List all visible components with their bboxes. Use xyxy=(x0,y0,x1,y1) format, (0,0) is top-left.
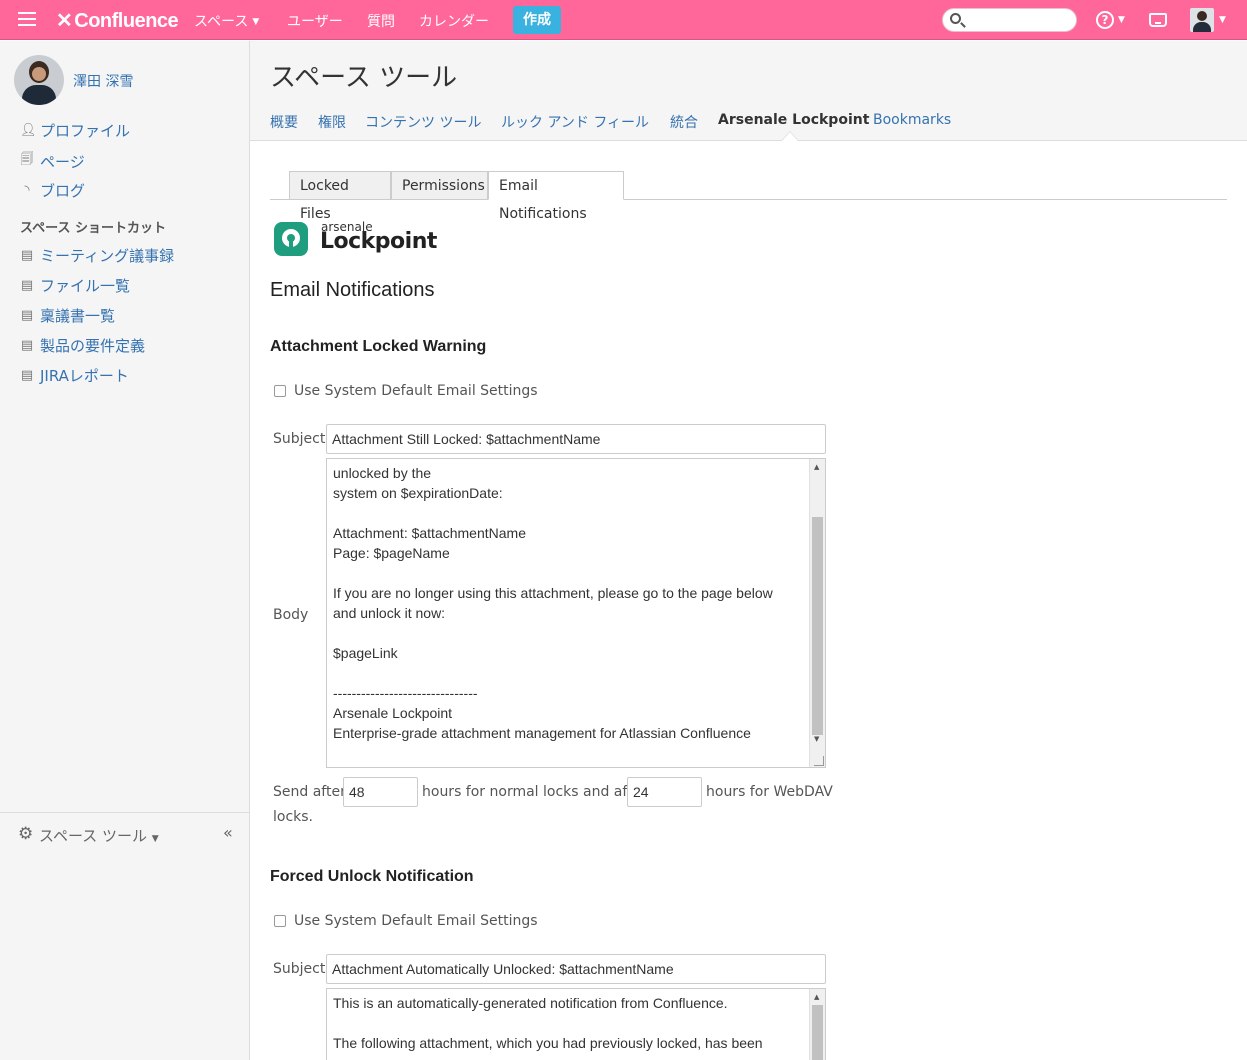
sidebar-item-pages[interactable]: 🗐︎ ページ xyxy=(20,150,85,172)
sidebar-shortcut-file-list[interactable]: ▤ ファイル一覧 xyxy=(20,275,130,296)
webdav-text: hours for WebDAV xyxy=(706,784,833,800)
page-title: スペース ツール xyxy=(270,63,458,93)
sidebar-section-title: スペース ショートカット xyxy=(20,221,166,236)
tab-look-and-feel[interactable]: ルック アンド フィール xyxy=(501,112,649,132)
tab-content-tools[interactable]: コンテンツ ツール xyxy=(365,112,481,132)
nav-users-link[interactable]: ユーザー xyxy=(287,11,343,31)
scrollbar-2[interactable]: ▲ xyxy=(809,989,825,1060)
sidebar-item-profile[interactable]: 👤︎ プロファイル xyxy=(20,120,130,141)
search-icon xyxy=(950,13,961,24)
normal-locks-text: hours for normal locks and after xyxy=(422,784,647,800)
active-tab-indicator-fill xyxy=(782,132,798,141)
notifications-icon[interactable] xyxy=(1149,13,1167,27)
sidebar-shortcut-approval-list[interactable]: ▤ 稟議書一覧 xyxy=(20,305,115,326)
confluence-logo[interactable]: ✕ Confluence xyxy=(56,8,179,33)
webdav-hours-input[interactable]: 24 xyxy=(627,777,702,807)
normal-lock-hours-input[interactable]: 48 xyxy=(343,777,418,807)
use-default-email-checkbox-row[interactable]: Use System Default Email Settings xyxy=(274,383,538,399)
chevron-down-icon[interactable]: ▼ xyxy=(1219,15,1226,25)
body-textarea-2[interactable]: This is an automatically-generated notif… xyxy=(326,988,826,1060)
tab-overview[interactable]: 概要 xyxy=(270,112,298,132)
page-header: スペース ツール 概要 権限 コンテンツ ツール ルック アンド フィール 統合… xyxy=(250,41,1247,141)
scrollbar[interactable]: ▲ ▼ xyxy=(809,459,825,767)
checkbox-label: Use System Default Email Settings xyxy=(294,383,538,399)
sidebar-shortcut-product-requirements[interactable]: ▤ 製品の要件定義 xyxy=(20,335,145,356)
tab-integrations[interactable]: 統合 xyxy=(670,112,698,132)
user-avatar[interactable] xyxy=(1190,8,1214,32)
top-navigation-bar: ✕ Confluence スペース ▼ ユーザー 質問 カレンダー 作成 ? ▼ ▼ xyxy=(0,0,1247,40)
use-default-email-checkbox[interactable] xyxy=(274,385,286,397)
files-icon: ▤ xyxy=(20,278,34,293)
nav-questions-link[interactable]: 質問 xyxy=(367,11,395,31)
use-default-email-checkbox-2[interactable] xyxy=(274,915,286,927)
subtab-locked-files[interactable]: Locked Files xyxy=(289,171,391,222)
space-tools-menu[interactable]: スペース ツール ▼ xyxy=(39,825,159,846)
menu-icon[interactable] xyxy=(18,12,36,26)
subtab-permissions[interactable]: Permissions xyxy=(391,171,488,200)
sidebar: 澤田 深雪 👤︎ プロファイル 🗐︎ ページ ◝ ブログ スペース ショートカット ▤… xyxy=(0,41,250,1060)
body-text-2: This is an automatically-generated notif… xyxy=(333,995,763,1051)
tab-permissions[interactable]: 権限 xyxy=(318,112,346,132)
sidebar-footer: ⚙ スペース ツール ▼ « xyxy=(0,812,249,854)
person-icon: 👤︎ xyxy=(20,123,37,138)
subject-label: Subject xyxy=(273,431,326,447)
email-notifications-heading: Email Notifications xyxy=(270,279,435,301)
doc-icon: ▤ xyxy=(20,338,34,353)
subject-input-2[interactable]: Attachment Automatically Unlocked: $atta… xyxy=(326,954,826,984)
resize-handle[interactable] xyxy=(814,756,824,766)
body-label: Body xyxy=(273,607,309,623)
section-title-forced-unlock: Forced Unlock Notification xyxy=(270,868,474,885)
use-default-email-checkbox-row-2[interactable]: Use System Default Email Settings xyxy=(274,913,538,929)
collapse-sidebar-icon[interactable]: « xyxy=(223,823,233,842)
help-icon[interactable]: ? xyxy=(1096,11,1114,29)
nav-calendar-link[interactable]: カレンダー xyxy=(419,11,489,31)
sidebar-shortcut-meeting-notes[interactable]: ▤ ミーティング議事録 xyxy=(20,245,174,266)
chevron-down-icon[interactable]: ▼ xyxy=(1118,15,1125,25)
lockpoint-logo-name: Lockpoint xyxy=(320,229,437,254)
sidebar-item-blog[interactable]: ◝ ブログ xyxy=(20,180,85,201)
subtab-email-notifications[interactable]: Email Notifications xyxy=(488,171,624,222)
lockpoint-logo-icon xyxy=(274,222,308,256)
doc-icon: ▤ xyxy=(20,308,34,323)
section-title-locked-warning: Attachment Locked Warning xyxy=(270,338,487,355)
search-input[interactable] xyxy=(942,8,1077,32)
main-content: Locked Files Permissions Email Notificat… xyxy=(250,142,1247,1060)
subject-input[interactable]: Attachment Still Locked: $attachmentName xyxy=(326,424,826,454)
create-button[interactable]: 作成 xyxy=(513,6,561,34)
send-after-label: Send after xyxy=(273,784,346,800)
doc-icon: ▤ xyxy=(20,248,34,263)
tab-bookmarks[interactable]: Bookmarks xyxy=(873,112,951,128)
locks-text: locks. xyxy=(273,809,314,825)
jira-doc-icon: ▤ xyxy=(20,368,34,383)
sidebar-user-name[interactable]: 澤田 深雪 xyxy=(73,71,133,91)
sidebar-shortcut-jira-report[interactable]: ▤ JIRAレポート xyxy=(20,365,129,386)
page-icon: 🗐︎ xyxy=(20,152,34,167)
rss-icon: ◝ xyxy=(24,183,30,198)
checkbox-label-2: Use System Default Email Settings xyxy=(294,913,538,929)
body-text: unlocked by the system on $expirationDat… xyxy=(333,465,773,741)
subject-label-2: Subject xyxy=(273,961,326,977)
nav-spaces-menu[interactable]: スペース ▼ xyxy=(194,11,259,31)
gear-icon[interactable]: ⚙ xyxy=(18,824,33,844)
tab-arsenale-lockpoint[interactable]: Arsenale Lockpoint xyxy=(718,112,869,128)
profile-avatar[interactable] xyxy=(14,55,64,105)
subtab-bar: Locked Files Permissions Email Notificat… xyxy=(270,171,1227,222)
body-textarea[interactable]: unlocked by the system on $expirationDat… xyxy=(326,458,826,768)
